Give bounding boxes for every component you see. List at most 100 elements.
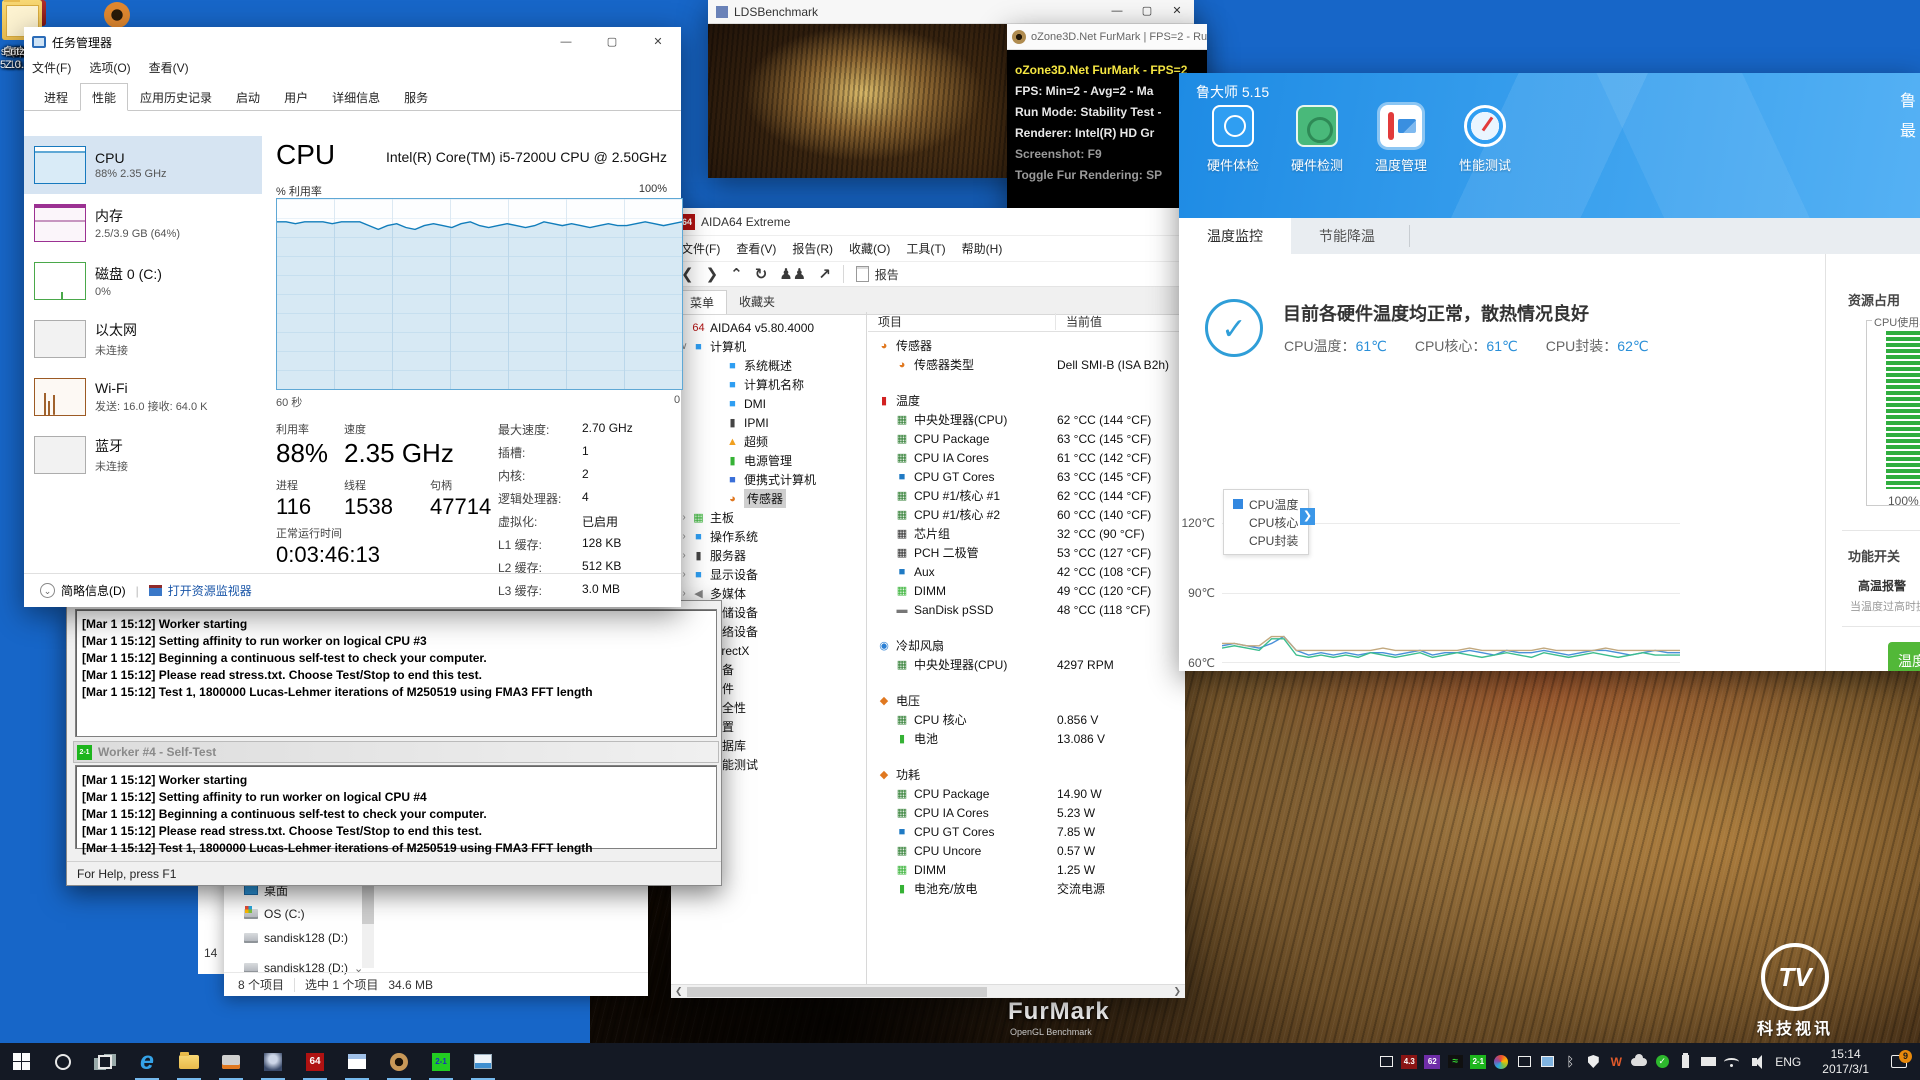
taskbar-app-icon[interactable] bbox=[252, 1043, 294, 1080]
sensor-row[interactable]: ▮ 电池 13.086 V bbox=[868, 729, 1185, 748]
taskbar-app-icon[interactable] bbox=[336, 1043, 378, 1080]
taskbar-app-icon[interactable] bbox=[462, 1043, 504, 1080]
sidebar-item[interactable]: 磁盘 0 (C:) 0% bbox=[24, 252, 262, 310]
sensor-row[interactable]: ▬ SanDisk pSSD 48 °CC (118 °CF) bbox=[868, 600, 1185, 619]
taskbar-app-icon[interactable] bbox=[210, 1043, 252, 1080]
aida64-tree-item[interactable]: ∨ ■ 计算机 bbox=[671, 337, 866, 356]
furmark-titlebar[interactable]: oZone3D.Net FurMark | FPS=2 - Running... bbox=[1007, 24, 1207, 50]
taskbar-app-icon[interactable]: 2-1 bbox=[420, 1043, 462, 1080]
worker4-log[interactable]: [Mar 1 15:12] Worker starting[Mar 1 15:1… bbox=[75, 765, 717, 849]
legend-entry[interactable]: CPU核心 bbox=[1233, 513, 1308, 531]
ludashi-nav-item[interactable]: 温度管理 bbox=[1359, 101, 1443, 174]
sensor-row[interactable]: ■ Aux 42 °CC (108 °CF) bbox=[868, 562, 1185, 581]
menu-item[interactable]: 查看(V) bbox=[149, 59, 189, 76]
tab[interactable]: 用户 bbox=[272, 83, 320, 111]
users-icon[interactable]: ♟♟ bbox=[779, 265, 806, 283]
maximize-button[interactable]: ▢ bbox=[1132, 0, 1162, 23]
sensor-row[interactable]: ▮ 电池充/放电 交流电源 bbox=[868, 879, 1185, 898]
sidebar-item[interactable]: CPU 88% 2.35 GHz bbox=[24, 136, 262, 194]
sensor-row[interactable]: ■ CPU GT Cores 63 °CC (145 °CF) bbox=[868, 467, 1185, 486]
worker3-log[interactable]: [Mar 1 15:12] Worker starting[Mar 1 15:1… bbox=[75, 609, 717, 737]
minimize-button[interactable]: — bbox=[543, 27, 589, 57]
horizontal-scrollbar[interactable]: ❮ ❯ bbox=[671, 984, 1185, 998]
chart-icon[interactable]: ↗ bbox=[818, 265, 831, 283]
sidebar-item[interactable]: 以太网 未连接 bbox=[24, 310, 262, 368]
aida64-tree-item[interactable]: ■ DMI bbox=[671, 394, 866, 413]
aida64-tree-item[interactable]: ▲ 超频 bbox=[671, 432, 866, 451]
ludashi-nav-item[interactable]: 硬件检测 bbox=[1275, 101, 1359, 174]
ludashi-tab[interactable]: 温度监控 bbox=[1179, 218, 1291, 254]
sensor-row[interactable]: ▦ CPU IA Cores 61 °CC (142 °CF) bbox=[868, 448, 1185, 467]
up-icon[interactable]: ⌃ bbox=[730, 265, 743, 283]
aida64-menu-item[interactable]: 文件(F) bbox=[681, 240, 720, 257]
tray-icon[interactable] bbox=[1723, 1043, 1739, 1080]
tray-icon[interactable] bbox=[1631, 1043, 1647, 1080]
taskbar-app-icon[interactable] bbox=[0, 1043, 42, 1080]
tray-icon[interactable] bbox=[1700, 1043, 1716, 1080]
taskbar-app-icon[interactable] bbox=[84, 1043, 126, 1080]
sensor-row[interactable]: ▦ CPU #1/核心 #2 60 °CC (140 °CF) bbox=[868, 505, 1185, 524]
aida64-tree-item[interactable]: › ▦ 主板 bbox=[671, 508, 866, 527]
legend-entry[interactable]: CPU封装 bbox=[1233, 531, 1308, 549]
tray-icon[interactable]: 4.3 bbox=[1401, 1043, 1417, 1080]
sensor-row[interactable]: ▦ 中央处理器(CPU) 4297 RPM bbox=[868, 655, 1185, 674]
column-header-value[interactable]: 当前值 bbox=[1056, 313, 1102, 330]
aida64-tree-item[interactable]: 64 AIDA64 v5.80.4000 bbox=[671, 318, 866, 337]
aida64-tree-item[interactable]: ▮ IPMI bbox=[671, 413, 866, 432]
tab[interactable]: 应用历史记录 bbox=[128, 83, 224, 111]
action-center-button[interactable]: 9 bbox=[1884, 1043, 1914, 1080]
tray-icon[interactable] bbox=[1378, 1043, 1394, 1080]
ludashi-tab[interactable]: 节能降温 bbox=[1291, 218, 1403, 254]
sensor-row[interactable]: ◕ 传感器类型 Dell SMI-B (ISA B2h) bbox=[868, 355, 1185, 374]
tray-icon[interactable] bbox=[1746, 1043, 1762, 1080]
taskbar-app-icon[interactable]: 64 bbox=[294, 1043, 336, 1080]
sensor-row[interactable]: ▦ CPU Uncore 0.57 W bbox=[868, 841, 1185, 860]
column-header-item[interactable]: 项目 bbox=[868, 313, 1056, 330]
tab[interactable]: 详细信息 bbox=[320, 83, 392, 111]
tray-icon[interactable]: ᛒ bbox=[1562, 1043, 1578, 1080]
sensor-row[interactable] bbox=[868, 674, 1185, 691]
legend-chevron-icon[interactable]: ❯ bbox=[1300, 508, 1315, 525]
close-button[interactable]: ✕ bbox=[635, 27, 681, 57]
tray-icon[interactable]: ✓ bbox=[1654, 1043, 1670, 1080]
menu-item[interactable]: 选项(O) bbox=[89, 59, 130, 76]
tray-icon[interactable]: 62 bbox=[1424, 1043, 1440, 1080]
clock[interactable]: 15:14 2017/3/1 bbox=[1814, 1047, 1877, 1077]
sensor-row[interactable]: ▦ CPU #1/核心 #1 62 °CC (144 °CF) bbox=[868, 486, 1185, 505]
taskbar-app-icon[interactable] bbox=[42, 1043, 84, 1080]
sensor-row[interactable]: ■ CPU GT Cores 7.85 W bbox=[868, 822, 1185, 841]
tray-icon[interactable] bbox=[1493, 1043, 1509, 1080]
language-indicator[interactable]: ENG bbox=[1769, 1055, 1807, 1069]
aida64-tree-item[interactable]: › ■ 显示设备 bbox=[671, 565, 866, 584]
taskbar-app-icon[interactable] bbox=[378, 1043, 420, 1080]
aida64-titlebar[interactable]: 64 AIDA64 Extreme bbox=[671, 208, 1185, 236]
aida64-tree-item[interactable]: ■ 计算机名称 bbox=[671, 375, 866, 394]
aida64-tree-item[interactable]: ◕ 传感器 bbox=[671, 489, 866, 508]
open-resource-monitor-link[interactable]: 打开资源监视器 bbox=[168, 582, 252, 599]
tray-icon[interactable] bbox=[1539, 1043, 1555, 1080]
furmark-desktop-icon[interactable] bbox=[104, 2, 130, 28]
minimize-button[interactable]: — bbox=[1102, 0, 1132, 23]
sensor-row[interactable]: ▦ CPU 核心 0.856 V bbox=[868, 710, 1185, 729]
sensor-row[interactable]: ▦ 芯片组 32 °CC (90 °CF) bbox=[868, 524, 1185, 543]
explorer-nav-item[interactable]: OS (C:) bbox=[224, 902, 374, 926]
fewer-details-button[interactable]: 简略信息(D) bbox=[61, 582, 126, 599]
menu-item[interactable]: 文件(F) bbox=[32, 59, 71, 76]
scroll-left-icon[interactable]: ❮ bbox=[675, 986, 683, 997]
sensor-row[interactable] bbox=[868, 748, 1185, 765]
sensor-row[interactable]: ▦ DIMM 49 °CC (120 °CF) bbox=[868, 581, 1185, 600]
ludashi-nav-item[interactable]: 性能测试 bbox=[1443, 101, 1527, 174]
scrollbar-thumb[interactable] bbox=[687, 987, 987, 997]
aida64-tree-item[interactable]: › ■ 操作系统 bbox=[671, 527, 866, 546]
aida64-tree-item[interactable]: ▮ 电源管理 bbox=[671, 451, 866, 470]
tray-icon[interactable] bbox=[1677, 1043, 1693, 1080]
sensor-row[interactable]: ◕ 传感器 bbox=[868, 336, 1185, 355]
tray-icon[interactable] bbox=[1516, 1043, 1532, 1080]
tab[interactable]: 启动 bbox=[224, 83, 272, 111]
tray-icon[interactable] bbox=[1585, 1043, 1601, 1080]
worker4-titlebar[interactable]: 2-1 Worker #4 - Self-Test bbox=[73, 741, 719, 763]
aida64-tree-item[interactable]: › ▮ 服务器 bbox=[671, 546, 866, 565]
aida64-menu-item[interactable]: 收藏(O) bbox=[849, 240, 890, 257]
taskbar-app-icon[interactable] bbox=[168, 1043, 210, 1080]
aida64-tree-item[interactable]: ■ 便携式计算机 bbox=[671, 470, 866, 489]
